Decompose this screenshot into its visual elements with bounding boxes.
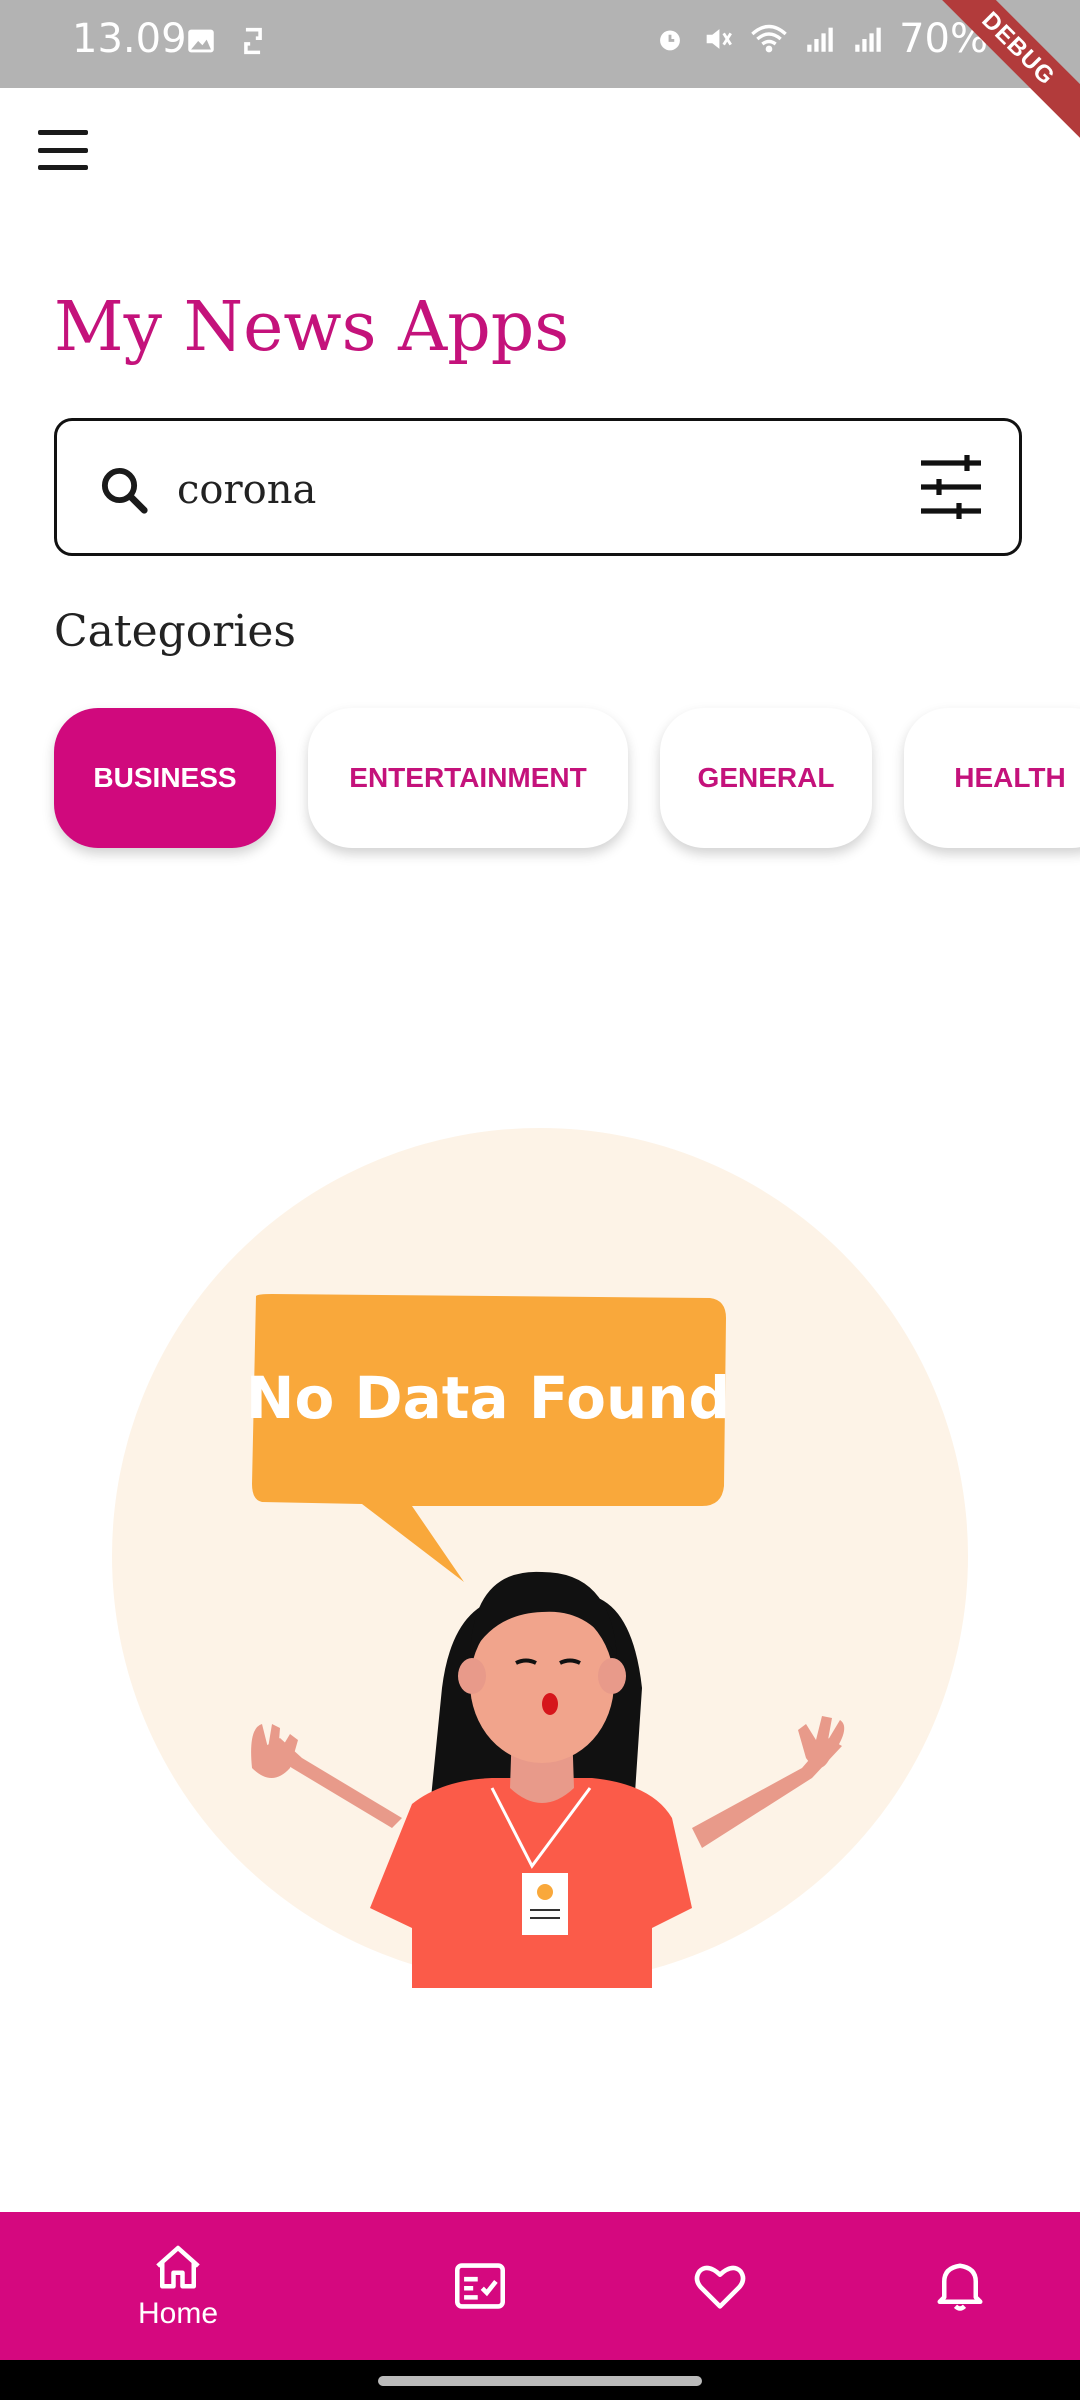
home-gesture-handle[interactable] [378, 2376, 702, 2386]
chip-health[interactable]: HEALTH [904, 708, 1080, 848]
no-data-illustration: No Data Found [112, 1128, 968, 1988]
category-chips: BUSINESS ENTERTAINMENT GENERAL HEALTH [54, 708, 1080, 848]
nav-home[interactable]: Home [118, 2212, 238, 2360]
categories-heading: Categories [54, 606, 296, 657]
chip-general[interactable]: GENERAL [660, 708, 872, 848]
bell-icon [937, 2263, 983, 2311]
alarm-icon [660, 30, 681, 51]
empty-state-message: No Data Found [246, 1364, 730, 1432]
page-title: My News Apps [54, 288, 570, 367]
status-time: 13.09 [72, 16, 187, 62]
nav-notifications[interactable] [900, 2212, 1020, 2360]
system-gesture-bar [0, 2360, 1080, 2400]
home-icon [156, 2245, 200, 2289]
signal-icon [807, 27, 833, 52]
bottom-navigation: Home [0, 2212, 1080, 2360]
search-input[interactable] [175, 449, 859, 531]
signal-icon [855, 27, 881, 52]
heart-icon [694, 2265, 746, 2309]
nav-checklist[interactable] [420, 2212, 540, 2360]
status-bar: 13.09 70% DEBUG [0, 0, 1080, 148]
nav-favorites[interactable] [660, 2212, 780, 2360]
image-icon [188, 29, 214, 53]
wifi-icon [751, 24, 787, 53]
checklist-icon [455, 2263, 505, 2309]
chip-entertainment[interactable]: ENTERTAINMENT [308, 708, 628, 848]
hamburger-menu-icon[interactable] [38, 130, 88, 170]
mute-icon [706, 29, 733, 49]
search-box[interactable] [54, 418, 1022, 556]
chip-business[interactable]: BUSINESS [54, 708, 276, 848]
nav-home-label: Home [137, 2297, 219, 2330]
empty-state-illustration: No Data Found [112, 1128, 968, 1988]
tune-icon[interactable] [915, 451, 987, 523]
search-icon [101, 467, 148, 514]
sync-icon [244, 27, 262, 55]
